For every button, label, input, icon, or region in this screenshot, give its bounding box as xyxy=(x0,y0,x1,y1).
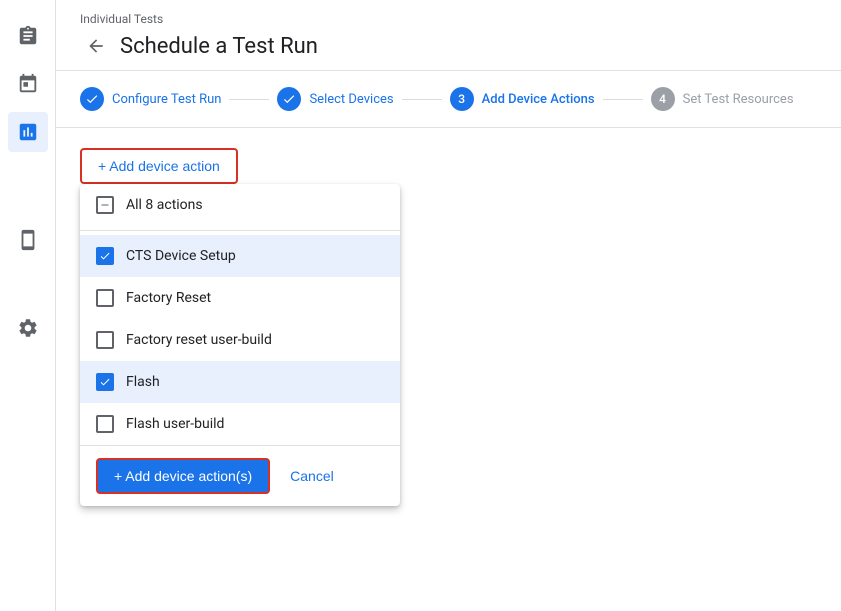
checkbox-flash xyxy=(96,373,114,391)
dropdown-footer: + Add device action(s) Cancel xyxy=(80,445,400,506)
item-label-flash: Flash xyxy=(126,374,160,390)
back-button[interactable] xyxy=(80,30,112,62)
sidebar-item-calendar[interactable] xyxy=(8,64,48,104)
action-list: All 8 actions CTS Device Setup Factory R… xyxy=(80,184,400,445)
step-3-number: 3 xyxy=(458,92,465,106)
step-4-label: Set Test Resources xyxy=(683,92,794,107)
step-2-circle xyxy=(277,87,301,111)
item-label-all: All 8 actions xyxy=(126,197,203,213)
list-item-factory-reset-user-build[interactable]: Factory reset user-build xyxy=(80,319,400,361)
step-3-label: Add Device Actions xyxy=(482,92,595,107)
step-set-test-resources: 4 Set Test Resources xyxy=(651,87,794,111)
sidebar-item-clipboard[interactable] xyxy=(8,16,48,56)
sidebar-item-device[interactable] xyxy=(8,220,48,260)
checkbox-all xyxy=(96,196,114,214)
step-divider-3 xyxy=(603,99,643,100)
action-dropdown: All 8 actions CTS Device Setup Factory R… xyxy=(80,184,400,506)
step-1-label: Configure Test Run xyxy=(112,92,221,107)
checkbox-flash-user-build xyxy=(96,415,114,433)
list-item-cts-device-setup[interactable]: CTS Device Setup xyxy=(80,235,400,277)
sidebar xyxy=(0,0,56,611)
sidebar-item-settings[interactable] xyxy=(8,308,48,348)
step-3-circle: 3 xyxy=(450,87,474,111)
step-2-label: Select Devices xyxy=(309,92,393,107)
step-divider-1 xyxy=(229,99,269,100)
item-label-cts-device-setup: CTS Device Setup xyxy=(126,248,236,264)
step-4-circle: 4 xyxy=(651,87,675,111)
step-4-number: 4 xyxy=(659,92,666,106)
item-label-flash-user-build: Flash user-build xyxy=(126,416,224,432)
sidebar-item-analytics[interactable] xyxy=(8,112,48,152)
page-title: Schedule a Test Run xyxy=(120,34,318,59)
header: Individual Tests Schedule a Test Run xyxy=(56,0,841,71)
add-device-actions-button[interactable]: + Add device action(s) xyxy=(96,458,270,494)
step-1-circle xyxy=(80,87,104,111)
list-item-all[interactable]: All 8 actions xyxy=(80,184,400,226)
step-divider-2 xyxy=(402,99,442,100)
cancel-button[interactable]: Cancel xyxy=(282,460,342,492)
list-item-flash-user-build[interactable]: Flash user-build xyxy=(80,403,400,445)
content-area: + Add device action All 8 actions C xyxy=(56,128,841,611)
step-add-device-actions: 3 Add Device Actions xyxy=(450,87,595,111)
main-content: Individual Tests Schedule a Test Run Con… xyxy=(56,0,841,611)
step-select-devices: Select Devices xyxy=(277,87,393,111)
stepper: Configure Test Run Select Devices 3 Add … xyxy=(56,71,841,128)
checkbox-factory-reset xyxy=(96,289,114,307)
item-label-factory-reset-user-build: Factory reset user-build xyxy=(126,332,272,348)
list-divider xyxy=(80,230,400,231)
step-configure: Configure Test Run xyxy=(80,87,221,111)
list-item-flash[interactable]: Flash xyxy=(80,361,400,403)
add-device-action-button[interactable]: + Add device action xyxy=(80,148,238,184)
item-label-factory-reset: Factory Reset xyxy=(126,290,211,306)
checkbox-cts-device-setup xyxy=(96,247,114,265)
list-item-factory-reset[interactable]: Factory Reset xyxy=(80,277,400,319)
breadcrumb: Individual Tests xyxy=(80,12,817,26)
checkbox-factory-reset-user-build xyxy=(96,331,114,349)
